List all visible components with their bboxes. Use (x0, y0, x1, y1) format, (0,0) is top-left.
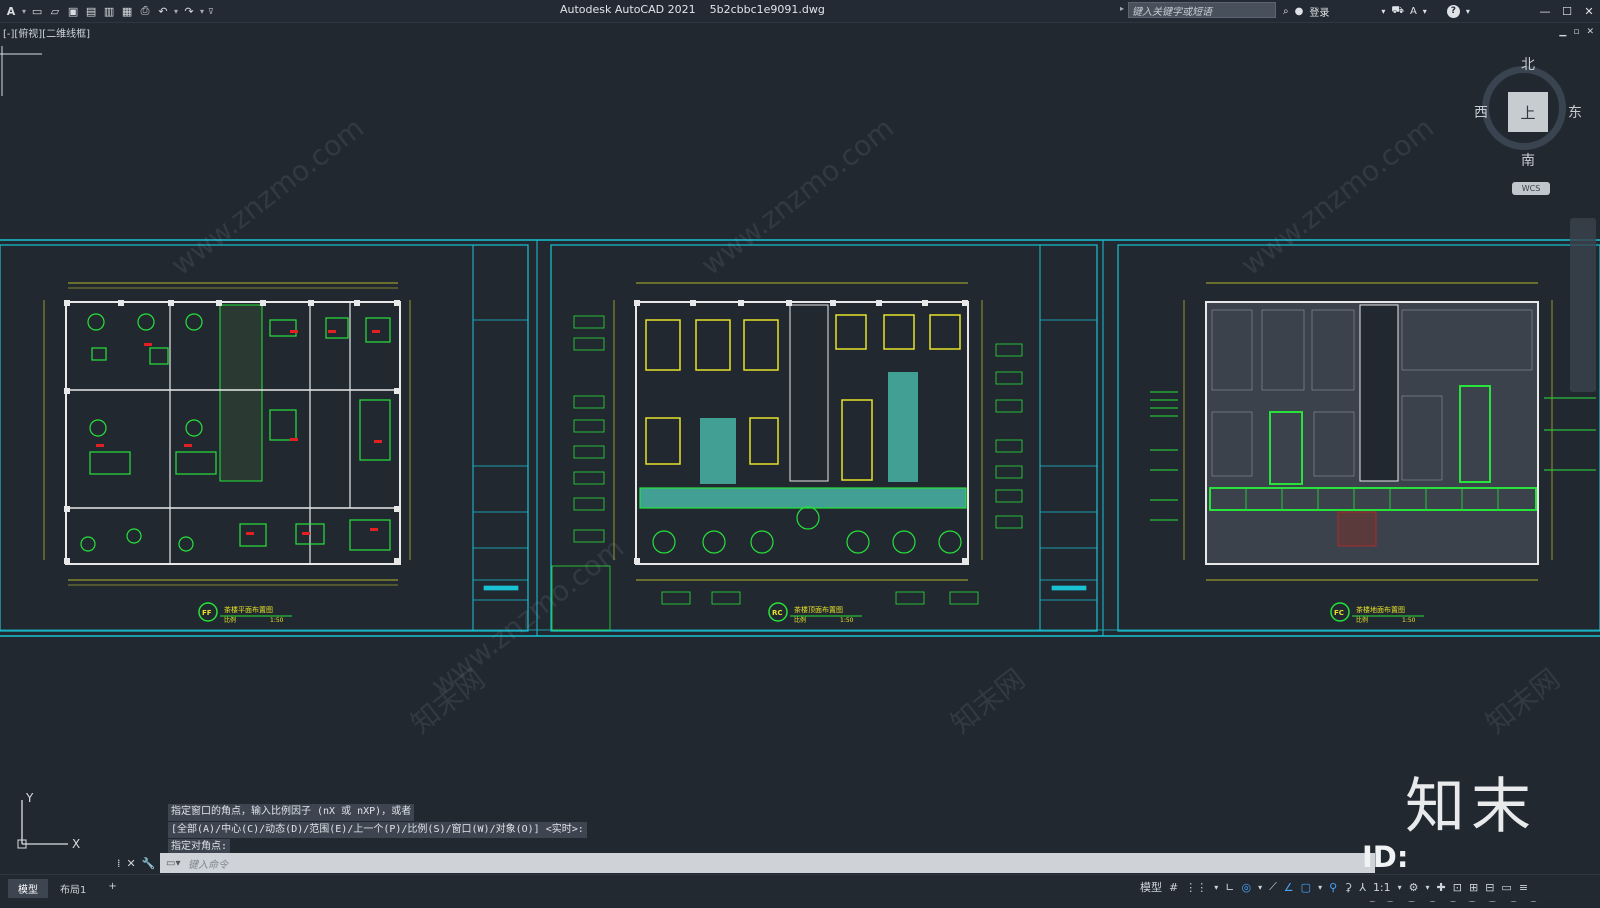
isolate-objects-icon[interactable]: ⊟ (1485, 881, 1494, 894)
polar-caret-icon[interactable]: ▾ (1258, 883, 1262, 892)
snap-icon[interactable]: ⋮⋮ (1185, 881, 1207, 894)
annotation-scale-value[interactable]: 1:1 (1373, 881, 1391, 894)
annotation-monitor-icon[interactable]: ✚ (1437, 881, 1446, 894)
wcs-menu[interactable]: WCS (1512, 182, 1550, 195)
viewcube-south[interactable]: 南 (1521, 150, 1535, 170)
sheet-2-plan (551, 282, 1097, 631)
grid-icon[interactable]: # (1169, 881, 1178, 894)
status-bar: 模型 布局1 + 模型 # ⋮⋮ ▾ ∟ ◎ ▾ ⟋ ∠ ▢ ▾ ⚲ ⚳ ⅄ 1… (0, 874, 1600, 901)
tab-layout1[interactable]: 布局1 (50, 879, 96, 898)
drawing-canvas[interactable]: FF 茶楼平面布置图比例 1:50RC 茶楼顶面布置图比例 1:50FC 茶楼地面布置图比… (0, 0, 1600, 900)
sheet-1-scale-label: 比例 (224, 616, 236, 624)
snap-caret-icon[interactable]: ▾ (1214, 883, 1218, 892)
model-space-toggle[interactable]: 模型 (1140, 879, 1162, 895)
ucs-icon: Y X (17, 792, 80, 851)
annotation-visibility-icon[interactable]: ⚲ (1329, 881, 1337, 894)
sheet-2-title: 茶楼顶面布置图 (794, 605, 843, 614)
sheet-2-scale: 1:50 (840, 617, 854, 624)
sheet-2-titleblock (1040, 319, 1097, 601)
navigation-bar[interactable] (1570, 218, 1596, 392)
osnap-caret-icon[interactable]: ▾ (1318, 883, 1322, 892)
command-history: 指定窗口的角点，输入比例因子 (nX 或 nXP)，或者 [全部(A)/中心(C… (168, 804, 587, 857)
sheet-1-scale: 1:50 (270, 617, 284, 624)
layout-tabs: 模型 布局1 + (8, 879, 127, 898)
sheet-3-scale: 1:50 (1402, 617, 1416, 624)
command-history-line-1: 指定窗口的角点，输入比例因子 (nX 或 nXP)，或者 (168, 804, 415, 821)
workspace-gear-icon[interactable]: ⚙ (1409, 881, 1419, 894)
legend-table (551, 565, 611, 631)
command-input[interactable]: 键入命令 (188, 856, 228, 871)
sheet-3-scale-label: 比例 (1356, 616, 1368, 624)
sheet-3-tag: FC (1334, 609, 1344, 617)
viewcube-top-face[interactable]: 上 (1508, 92, 1548, 132)
units-icon[interactable]: ⊡ (1453, 881, 1462, 894)
command-close-icon[interactable]: ✕ (127, 857, 136, 870)
command-line-handle: ⁞ ✕ 🔧 (117, 853, 155, 873)
sheet-1-titleblock (473, 319, 528, 601)
annotation-scale-icon[interactable]: ⅄ (1359, 881, 1366, 894)
sheet-1-plan (43, 282, 528, 622)
sheet-1-title: 茶楼平面布置图 (224, 605, 273, 614)
svg-text:X: X (72, 837, 80, 851)
object-snap-tracking-icon[interactable]: ∠ (1284, 881, 1294, 894)
sheet-2-scale-label: 比例 (794, 616, 806, 624)
sheet-captions: FF 茶楼平面布置图比例 1:50RC 茶楼顶面布置图比例 1:50FC 茶楼地面布置图比… (202, 605, 1416, 624)
clean-screen-icon[interactable]: ▭ (1501, 881, 1511, 894)
sheet-1-tag: FF (202, 609, 212, 617)
command-grip-icon[interactable]: ⁞ (117, 857, 121, 870)
viewcube-north[interactable]: 北 (1521, 54, 1535, 74)
sheet-2-tag: RC (772, 609, 783, 617)
brand-watermark: 知末 (1405, 772, 1537, 842)
command-prompt-icon[interactable]: ▭▾ (166, 858, 180, 869)
command-history-line-2: [全部(A)/中心(C)/动态(D)/范围(E)/上一个(P)/比例(S)/窗口… (168, 821, 587, 838)
command-customize-icon[interactable]: 🔧 (142, 857, 156, 870)
svg-text:Y: Y (25, 792, 34, 805)
add-layout-button[interactable]: + (98, 879, 126, 898)
sheet-3-plan (1150, 282, 1596, 622)
viewcube-west[interactable]: 西 (1474, 102, 1488, 122)
workspace-caret-icon[interactable]: ▾ (1426, 883, 1430, 892)
customize-status-icon[interactable]: ≡ (1519, 881, 1528, 894)
viewcube[interactable]: 上 北 南 西 东 (1474, 57, 1582, 169)
auto-scale-icon[interactable]: ⚳ (1344, 881, 1352, 894)
quick-properties-icon[interactable]: ⊞ (1469, 881, 1478, 894)
command-line[interactable]: ▭▾ 键入命令 (160, 853, 1375, 873)
status-tools: 模型 # ⋮⋮ ▾ ∟ ◎ ▾ ⟋ ∠ ▢ ▾ ⚲ ⚳ ⅄ 1:1 ▾ ⚙ ▾ … (1140, 879, 1528, 895)
object-snap-icon[interactable]: ▢ (1301, 881, 1311, 894)
scale-caret-icon[interactable]: ▾ (1398, 883, 1402, 892)
polar-icon[interactable]: ◎ (1241, 881, 1251, 894)
sheet-3-title: 茶楼地面布置图 (1356, 605, 1405, 614)
isodraft-icon[interactable]: ⟋ (1269, 880, 1277, 894)
ortho-icon[interactable]: ∟ (1225, 881, 1234, 894)
tab-model[interactable]: 模型 (8, 879, 48, 898)
viewcube-east[interactable]: 东 (1568, 102, 1582, 122)
